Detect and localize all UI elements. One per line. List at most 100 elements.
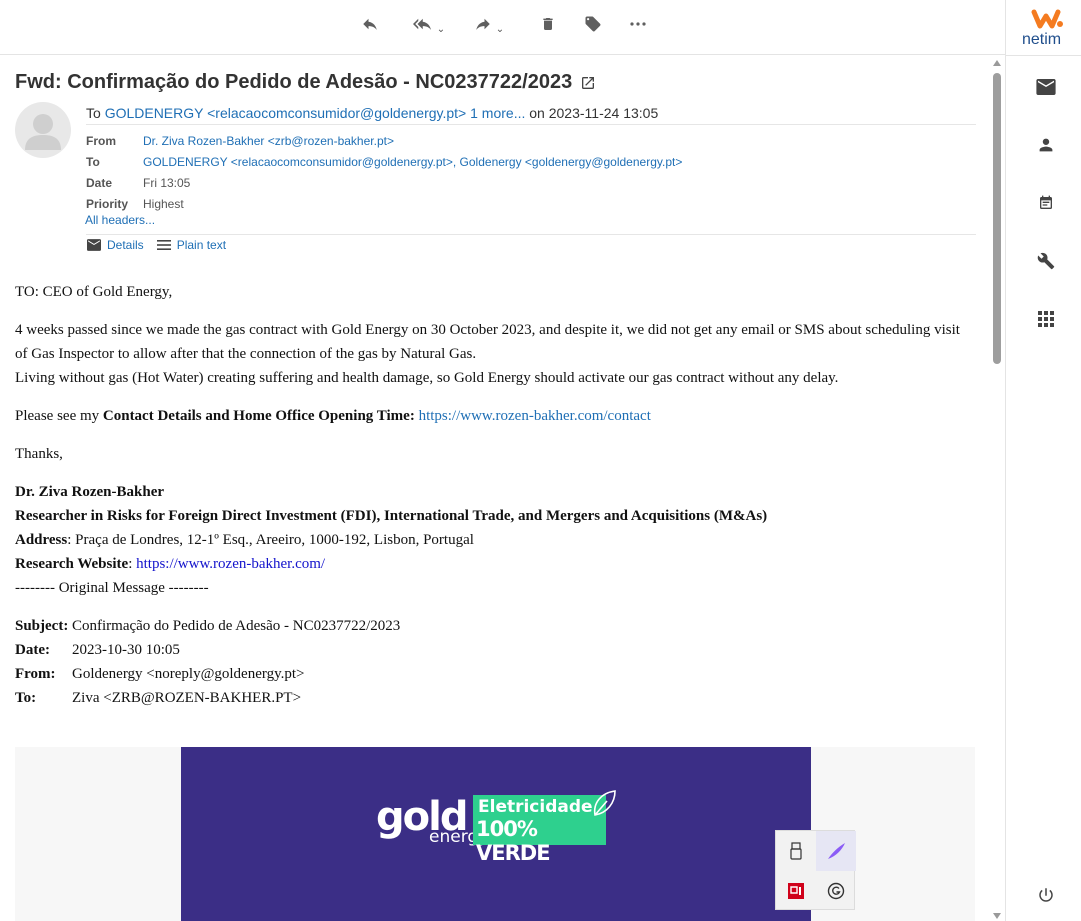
header-table: From Dr. Ziva Rozen-Bakher <zrb@rozen-ba… xyxy=(86,130,682,214)
signature-web-link[interactable]: https://www.rozen-bakher.com/ xyxy=(136,556,325,572)
original-value: 2023-10-30 10:05 xyxy=(72,642,180,658)
reply-all-icon xyxy=(412,18,431,30)
calendar-nav[interactable] xyxy=(1035,192,1057,214)
original-label: From: xyxy=(15,666,56,682)
mail-icon xyxy=(1036,79,1056,95)
message-body: TO: CEO of Gold Energy, 4 weeks passed s… xyxy=(15,280,975,710)
summary-more-link[interactable]: 1 more... xyxy=(470,105,525,121)
header-divider xyxy=(86,124,976,125)
signature-address-label: Address xyxy=(15,532,68,548)
body-text: 4 weeks passed since we made the gas con… xyxy=(15,322,960,362)
wrench-icon xyxy=(1037,252,1055,270)
contact-paragraph: Please see my Contact Details and Home O… xyxy=(15,404,975,428)
original-row: To: Ziva <ZRB@ROZEN-BAKHER.PT> xyxy=(15,686,975,710)
extension-pdf[interactable] xyxy=(776,871,816,911)
signature-title: Researcher in Risks for Foreign Direct I… xyxy=(15,508,768,524)
extension-grammarly[interactable] xyxy=(816,871,856,911)
signature: Dr. Ziva Rozen-Bakher Researcher in Risk… xyxy=(15,480,975,600)
delete-button[interactable] xyxy=(538,10,558,38)
extension-panel xyxy=(775,830,856,911)
sidebar-divider xyxy=(1005,55,1081,56)
plain-text-button[interactable]: Plain text xyxy=(156,238,226,252)
signature-address: : Praça de Londres, 12-1º Esq., Areeiro,… xyxy=(67,532,474,548)
body-bold-text: Contact Details and Home Office Opening … xyxy=(102,408,415,424)
summary-to-label: To xyxy=(86,105,101,121)
goldenergy-banner: gold energy Eletricidade 100% VERDE xyxy=(181,747,811,921)
apps-nav[interactable] xyxy=(1035,308,1057,330)
more-button[interactable] xyxy=(628,10,648,38)
body-paragraph: 4 weeks passed since we made the gas con… xyxy=(15,318,975,390)
settings-nav[interactable] xyxy=(1035,250,1057,272)
chevron-down-icon: ⌄ xyxy=(495,23,505,35)
header-priority-value: Highest xyxy=(143,196,184,211)
more-icon xyxy=(630,22,646,26)
header-label: From xyxy=(86,133,116,148)
thanks-text: Thanks, xyxy=(15,446,63,462)
power-icon xyxy=(1039,888,1053,902)
details-button[interactable]: Details xyxy=(87,238,144,252)
original-message-divider: -------- Original Message -------- xyxy=(15,580,209,596)
apps-grid-icon xyxy=(1038,311,1054,327)
summary-date: on 2023-11-24 13:05 xyxy=(529,105,659,121)
contact-link[interactable]: https://www.rozen-bakher.com/contact xyxy=(419,408,651,424)
header-from-value[interactable]: Dr. Ziva Rozen-Bakher <zrb@rozen-bakher.… xyxy=(143,134,394,148)
reply-icon xyxy=(363,18,377,30)
brand-name: netim xyxy=(1022,31,1062,48)
badge-line-1: Eletricidade xyxy=(478,797,593,817)
person-icon xyxy=(1039,138,1053,152)
original-label: To: xyxy=(15,690,37,706)
subject-text: Fwd: Confirmação do Pedido de Adesão - N… xyxy=(15,71,573,93)
header-divider xyxy=(86,234,976,235)
message-toolbar: ⌄ ⌄ xyxy=(0,0,1005,55)
original-value: Ziva <ZRB@ROZEN-BAKHER.PT> xyxy=(72,690,302,706)
header-label: Priority xyxy=(86,196,129,211)
view-options: Details Plain text xyxy=(87,238,226,252)
logo-icon xyxy=(1031,9,1063,29)
details-label: Details xyxy=(107,238,144,252)
header-row-priority: Priority Highest xyxy=(86,193,682,214)
scroll-down-icon[interactable] xyxy=(993,913,1001,919)
scroll-thumb[interactable] xyxy=(993,73,1001,364)
forward-button[interactable]: ⌄ xyxy=(468,10,510,38)
avatar-person-icon xyxy=(25,114,61,150)
header-to-value[interactable]: GOLDENERGY <relacaocomconsumidor@goldene… xyxy=(143,155,682,169)
external-link-icon[interactable] xyxy=(580,75,596,91)
tag-button[interactable] xyxy=(583,10,603,38)
original-row: Subject: Confirmação do Pedido de Adesão … xyxy=(15,614,975,638)
chevron-down-icon: ⌄ xyxy=(436,23,446,35)
lines-icon xyxy=(156,240,171,250)
forward-icon xyxy=(476,18,490,30)
reply-button[interactable] xyxy=(360,10,380,38)
original-row: Date: 2023-10-30 10:05 xyxy=(15,638,975,662)
original-row: From: Goldenergy <noreply@goldenergy.pt> xyxy=(15,662,975,686)
mail-nav[interactable] xyxy=(1035,76,1057,98)
trash-icon xyxy=(543,18,553,30)
message-scrollbar[interactable] xyxy=(990,58,1004,921)
scroll-up-icon[interactable] xyxy=(993,60,1001,66)
header-label: Date xyxy=(86,175,113,190)
original-label: Date: xyxy=(15,642,50,658)
calendar-icon xyxy=(1040,195,1052,209)
body-text: Living without gas (Hot Water) creating … xyxy=(15,370,839,386)
original-value: Confirmação do Pedido de Adesão - NC0237… xyxy=(72,618,401,634)
app-sidebar xyxy=(1005,0,1081,921)
summary-to-link[interactable]: GOLDENERGY <relacaocomconsumidor@goldene… xyxy=(105,105,467,121)
contacts-nav[interactable] xyxy=(1035,134,1057,156)
original-value: Goldenergy <noreply@goldenergy.pt> xyxy=(72,666,305,682)
body-text: Please see my xyxy=(15,408,103,424)
all-headers-link[interactable]: All headers... xyxy=(85,213,155,227)
signature-web-separator: : xyxy=(128,556,137,572)
logout-button[interactable] xyxy=(1035,884,1057,906)
extension-usb[interactable] xyxy=(776,831,816,871)
header-row-to: To GOLDENERGY <relacaocomconsumidor@gold… xyxy=(86,151,682,172)
signature-web-label: Research Website xyxy=(15,556,129,572)
greeting: TO: CEO of Gold Energy, xyxy=(15,284,173,300)
reply-all-button[interactable]: ⌄ xyxy=(406,10,450,38)
quill-icon xyxy=(828,843,845,859)
grammarly-icon xyxy=(827,882,845,900)
green-energy-badge: Eletricidade 100% VERDE xyxy=(473,795,606,865)
sender-avatar xyxy=(15,102,71,158)
header-row-date: Date Fri 13:05 xyxy=(86,172,682,193)
original-label: Subject: xyxy=(15,618,69,634)
extension-quill[interactable] xyxy=(816,831,856,871)
